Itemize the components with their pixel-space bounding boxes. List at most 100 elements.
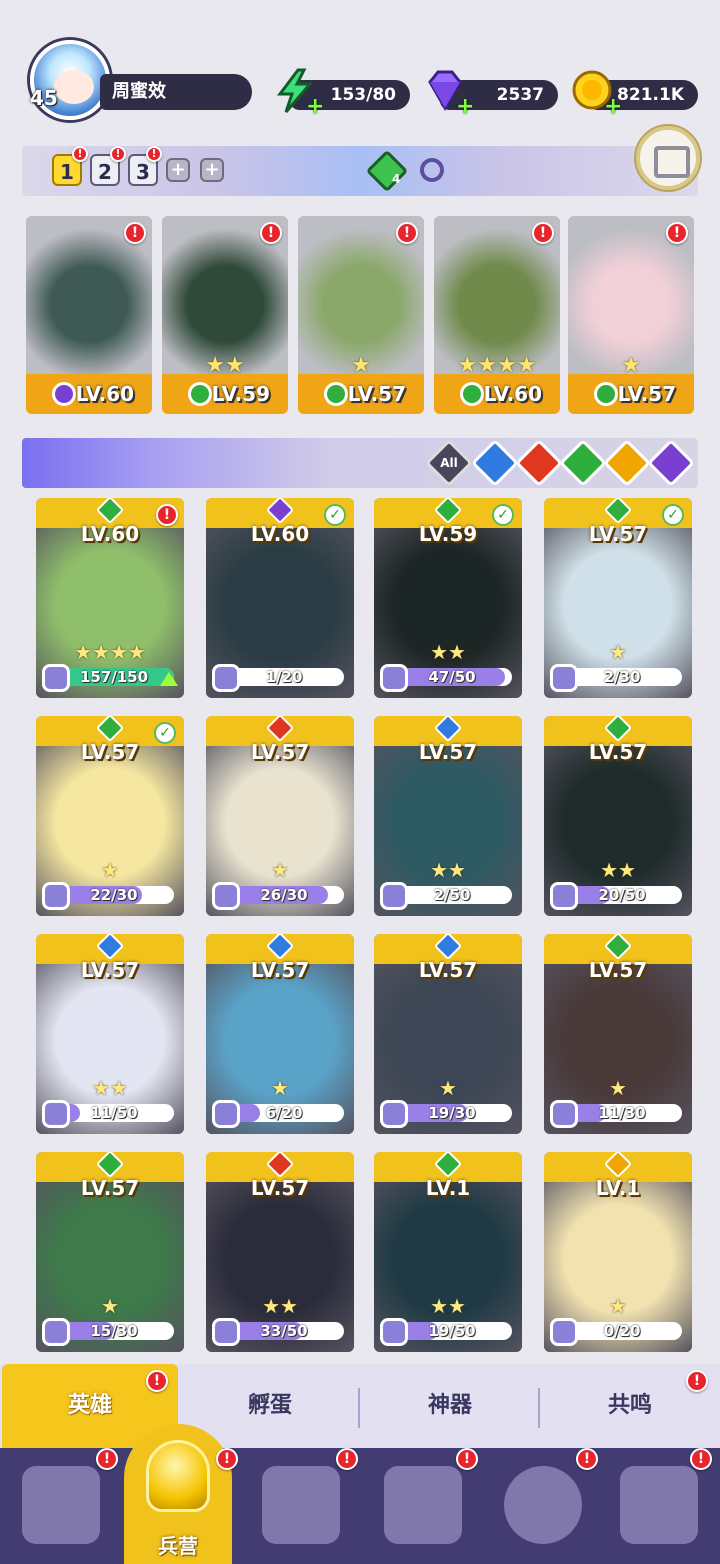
hero-card[interactable]: LV.57 ★★ 2/50 [374,716,522,916]
search-icon[interactable] [420,158,444,182]
gem-counter[interactable]: + 2537 [428,70,558,118]
shard-progress-text: 19/30 [428,1104,476,1122]
tab-artifacts[interactable]: 神器 [360,1364,540,1448]
star-rating: ★ [101,858,119,882]
hero-card[interactable]: LV.59 ✓ ★★ 47/50 [374,498,522,698]
star-rating: ★★ [600,858,636,882]
star-rating: ★★ [92,1076,128,1100]
alert-badge: ! [666,222,688,244]
shard-progress-bar: 19/50 [392,1322,512,1340]
shard-progress-bar: 19/30 [392,1104,512,1122]
team-gem-count: 4 [392,172,401,186]
team-tab-label: 3 [136,160,150,184]
hero-shard-icon [42,1318,70,1346]
shard-progress-text: 11/30 [598,1104,646,1122]
energy-value: 153/80 [330,85,396,105]
tab-heroes-alert-badge: ! [146,1370,168,1392]
barracks-helmet-icon [146,1440,210,1512]
team-hero-card[interactable]: ★ LV.57! [568,216,694,414]
team-hero-card[interactable]: ★★★★ LV.60! [434,216,560,414]
owned-check-icon: ✓ [662,504,684,526]
hero-card[interactable]: LV.57 ★ 26/30 [206,716,354,916]
star-rating: ★ [621,353,641,378]
owned-check-icon: ✓ [154,722,176,744]
team-3-alert-badge: ! [146,146,162,162]
add-team-button-2[interactable]: + [200,158,224,182]
shard-progress-text: 26/30 [260,886,308,904]
alert-badge: ! [532,222,554,244]
hero-card[interactable]: LV.57 ★ 11/30 [544,934,692,1134]
hero-card[interactable]: LV.57 ✓ ★ 22/30 [36,716,184,916]
team-hero-card[interactable]: ★★ LV.59! [162,216,288,414]
hero-card[interactable]: LV.57 ★ 15/30 [36,1152,184,1352]
star-rating: ★ [609,640,627,664]
star-rating: ★ [271,1076,289,1100]
avatar-face [54,70,94,104]
hero-level: LV.1 [425,1176,471,1200]
hero-card[interactable]: LV.57 ★ 6/20 [206,934,354,1134]
shard-progress-text: 20/50 [598,886,646,904]
hero-level: LV.57 [250,958,310,982]
hero-level: LV.57 [588,958,648,982]
gold-counter[interactable]: + 821.1K [572,70,698,118]
nature-element-icon [188,382,212,406]
hero-card[interactable]: LV.57 ✓ ★ 2/30 [544,498,692,698]
shard-progress-bar: 157/150 [54,668,174,686]
tab-resonance-alert-badge: ! [686,1370,708,1392]
shard-progress-bar: 0/20 [562,1322,682,1340]
star-rating: ★★ [430,640,466,664]
hero-shard-icon [380,882,408,910]
star-rating: ★ [439,1076,457,1100]
team-tab-label: 1 [60,160,74,184]
hero-level: LV.60 [80,522,140,546]
share-button[interactable] [636,126,700,190]
nav-banner-icon[interactable] [620,1466,698,1544]
nav-castle-icon[interactable] [384,1466,462,1544]
shard-progress-text: 6/20 [265,1104,303,1122]
hero-shard-icon [380,664,408,692]
hero-card[interactable]: LV.60 ✓ 1/20 [206,498,354,698]
owned-check-icon: ✓ [324,504,346,526]
nav-book-icon[interactable] [262,1466,340,1544]
nav-barracks-label: 兵营 [158,1534,198,1558]
shard-progress-bar: 33/50 [224,1322,344,1340]
add-team-button[interactable]: + [166,158,190,182]
shard-progress-text: 11/50 [90,1104,138,1122]
hero-shard-icon [42,664,70,692]
hero-card[interactable]: LV.60! ★★★★ 157/150 [36,498,184,698]
team-hero-card[interactable]: LV.60! [26,216,152,414]
nav-mushroom-icon[interactable] [504,1466,582,1544]
hero-card[interactable]: LV.57 ★★ 11/50 [36,934,184,1134]
hero-shard-icon [550,882,578,910]
alert-badge: ! [396,222,418,244]
star-rating: ★ [609,1294,627,1318]
alert-badge: ! [156,504,178,526]
hero-level: LV.57 [588,740,648,764]
hero-level: LV.57 [80,958,140,982]
alert-badge: ! [124,222,146,244]
hero-level: LV.57 [418,958,478,982]
star-rating: ★★ [430,1294,466,1318]
hero-card[interactable]: LV.1 ★ 0/20 [544,1152,692,1352]
team-1-alert-badge: ! [72,146,88,162]
energy-counter[interactable]: + 153/80 [277,68,410,118]
hero-level: LV.60 [483,382,542,406]
hero-card[interactable]: LV.57 ★★ 33/50 [206,1152,354,1352]
hero-card[interactable]: LV.57 ★ 19/30 [374,934,522,1134]
hero-shard-icon [380,1100,408,1128]
nav-cards-icon[interactable] [22,1466,100,1544]
shard-progress-bar: 11/50 [54,1104,174,1122]
shard-progress-text: 0/20 [603,1322,641,1340]
nav-book-alert-badge: ! [336,1448,358,1470]
nature-element-icon [594,382,618,406]
shard-progress-text: 2/50 [433,886,471,904]
team-hero-card[interactable]: ★ LV.57! [298,216,424,414]
hero-card[interactable]: LV.1 ★★ 19/50 [374,1152,522,1352]
shard-progress-bar: 22/30 [54,886,174,904]
player-level: 45 [30,86,58,110]
hero-level: LV.57 [250,740,310,764]
hero-card[interactable]: LV.57 ★★ 20/50 [544,716,692,916]
star-rating: ★ [101,1294,119,1318]
nav-banner-alert-badge: ! [690,1448,712,1470]
shard-progress-bar: 20/50 [562,886,682,904]
